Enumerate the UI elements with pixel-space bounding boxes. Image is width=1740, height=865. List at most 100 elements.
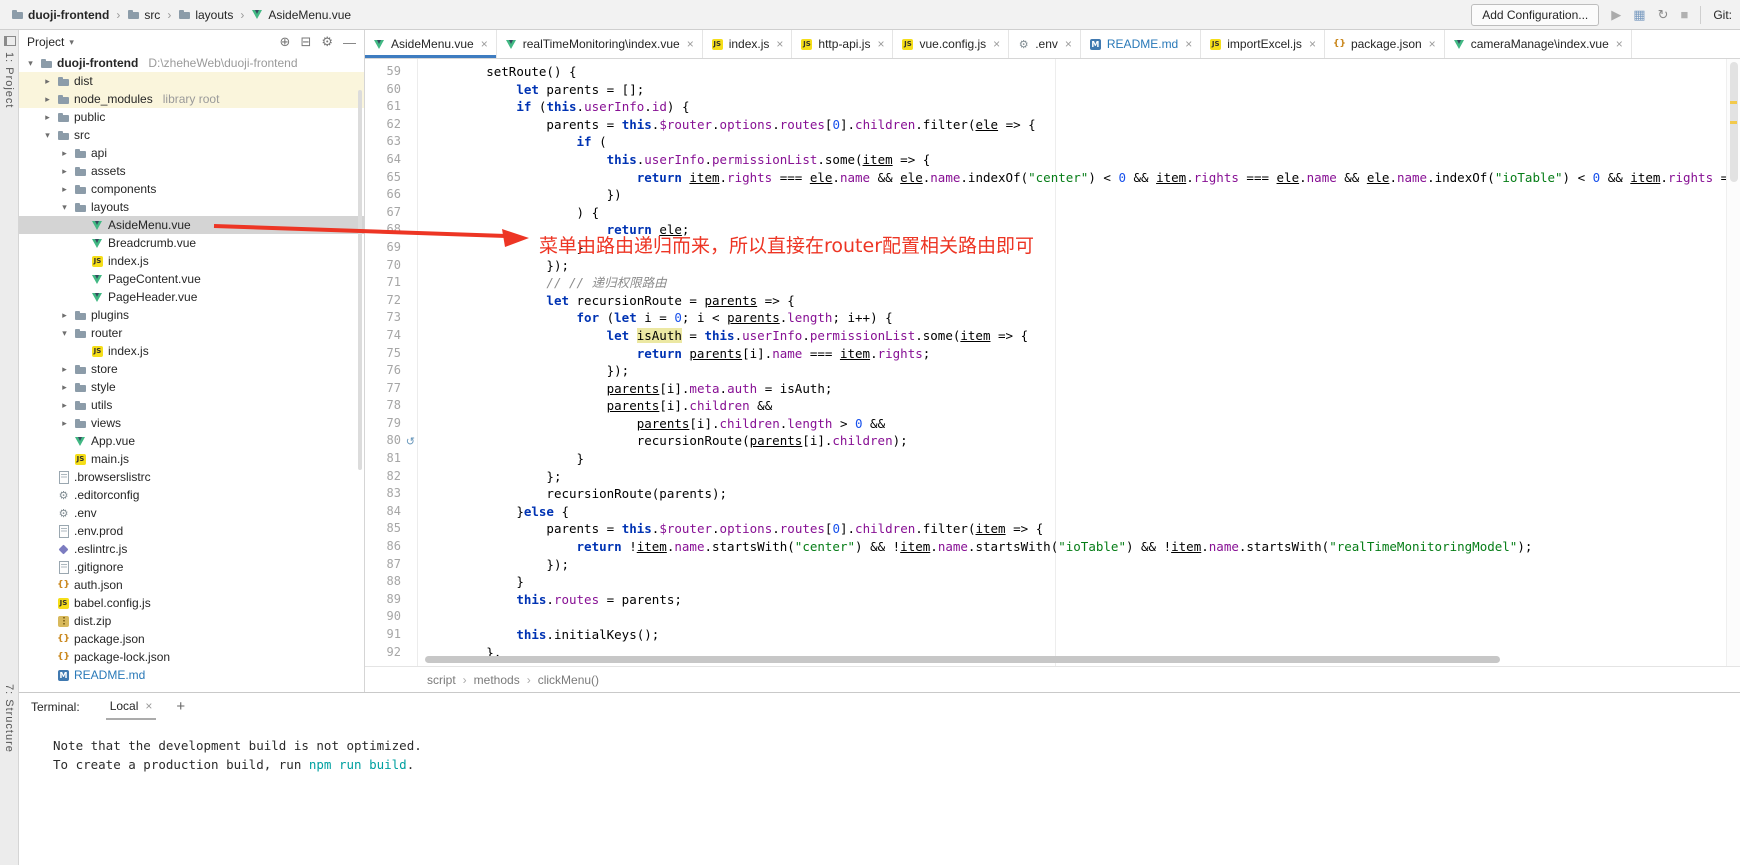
chevron-icon[interactable]: ▸ — [59, 364, 70, 375]
close-tab-icon[interactable]: × — [776, 37, 783, 51]
chevron-icon[interactable]: ▸ — [59, 418, 70, 429]
chevron-icon[interactable]: ▾ — [42, 130, 53, 141]
tree-row[interactable]: README.md — [19, 666, 364, 684]
chevron-icon[interactable]: ▸ — [59, 400, 70, 411]
tree-row[interactable]: dist.zip — [19, 612, 364, 630]
close-tab-icon[interactable]: × — [1185, 37, 1192, 51]
breadcrumb-item[interactable]: script — [427, 673, 456, 687]
chevron-icon[interactable]: ▾ — [59, 328, 70, 339]
terminal-tab-local[interactable]: Local × — [106, 693, 157, 720]
tree-row[interactable]: ▸views — [19, 414, 364, 432]
close-tab-icon[interactable]: × — [1429, 37, 1436, 51]
breadcrumb-item[interactable]: methods — [474, 673, 520, 687]
tree-row[interactable]: index.js — [19, 252, 364, 270]
chevron-down-icon[interactable]: ▾ — [69, 37, 74, 48]
chevron-icon[interactable]: ▸ — [59, 310, 70, 321]
editor-tab[interactable]: cameraManage\index.vue× — [1445, 30, 1632, 58]
structure-tool-button[interactable]: 7: Structure — [3, 684, 15, 753]
editor-tab[interactable]: http-api.js× — [792, 30, 893, 58]
project-panel-title[interactable]: Project — [27, 35, 64, 49]
tree-row[interactable]: PageContent.vue — [19, 270, 364, 288]
tree-scrollbar[interactable] — [358, 90, 362, 470]
new-terminal-icon[interactable]: + — [176, 698, 185, 715]
tree-row[interactable]: auth.json — [19, 576, 364, 594]
tree-row[interactable]: ▸dist — [19, 72, 364, 90]
tree-row[interactable]: AsideMenu.vue — [19, 216, 364, 234]
tree-row[interactable]: package-lock.json — [19, 648, 364, 666]
tree-row[interactable]: ▸public — [19, 108, 364, 126]
tree-row[interactable]: .gitignore — [19, 558, 364, 576]
breadcrumb-item[interactable]: AsideMenu.vue — [248, 7, 354, 23]
editor-gutter[interactable]: 5960616263646566676869707172737475767778… — [365, 59, 418, 666]
tree-row[interactable]: .eslintrc.js — [19, 540, 364, 558]
tree-row[interactable]: ▸components — [19, 180, 364, 198]
tree-row[interactable]: ▸store — [19, 360, 364, 378]
chevron-icon[interactable]: ▸ — [59, 184, 70, 195]
tree-row[interactable]: package.json — [19, 630, 364, 648]
editor-tab[interactable]: .env× — [1009, 30, 1081, 58]
tree-row[interactable]: ▾layouts — [19, 198, 364, 216]
collapse-all-icon[interactable]: ⊟ — [300, 34, 311, 50]
tree-row[interactable]: ▸utils — [19, 396, 364, 414]
tree-row[interactable]: PageHeader.vue — [19, 288, 364, 306]
git-label[interactable]: Git: — [1713, 8, 1732, 22]
close-tab-icon[interactable]: × — [687, 37, 694, 51]
locate-icon[interactable]: ⊕ — [280, 34, 291, 50]
tree-row[interactable]: babel.config.js — [19, 594, 364, 612]
chevron-icon[interactable]: ▸ — [42, 76, 53, 87]
editor-tab[interactable]: AsideMenu.vue× — [365, 30, 497, 58]
close-tab-icon[interactable]: × — [1616, 37, 1623, 51]
tree-row[interactable]: ▾src — [19, 126, 364, 144]
chevron-icon[interactable]: ▸ — [42, 112, 53, 123]
run-icon[interactable]: ▶ — [1611, 8, 1621, 21]
tree-row[interactable]: ▸assets — [19, 162, 364, 180]
tree-row[interactable]: .env — [19, 504, 364, 522]
error-stripe[interactable] — [1726, 59, 1740, 666]
chevron-icon[interactable]: ▾ — [59, 202, 70, 213]
code-pane[interactable]: setRoute() { let parents = []; if (this.… — [418, 59, 1740, 666]
close-tab-icon[interactable]: × — [877, 37, 884, 51]
project-tool-button[interactable]: 1: Project — [3, 52, 15, 108]
breadcrumb-item[interactable]: layouts — [175, 7, 236, 23]
close-tab-icon[interactable]: × — [1309, 37, 1316, 51]
sync-icon[interactable]: ↻ — [1658, 8, 1669, 21]
close-tab-icon[interactable]: × — [993, 37, 1000, 51]
tree-row[interactable]: App.vue — [19, 432, 364, 450]
breadcrumb-item[interactable]: duoji-frontend — [8, 7, 112, 23]
editor-tab[interactable]: package.json× — [1325, 30, 1445, 58]
editor-tab[interactable]: realTimeMonitoring\index.vue× — [497, 30, 703, 58]
editor-body[interactable]: 5960616263646566676869707172737475767778… — [365, 59, 1740, 666]
stop-icon[interactable]: ■ — [1680, 8, 1688, 21]
chevron-icon[interactable]: ▾ — [25, 58, 36, 69]
chevron-icon[interactable]: ▸ — [59, 382, 70, 393]
build-icon[interactable]: ▦ — [1633, 8, 1645, 21]
close-tab-icon[interactable]: × — [481, 37, 488, 51]
tree-row[interactable]: Breadcrumb.vue — [19, 234, 364, 252]
tree-row[interactable]: ▾duoji-frontendD:\zheheWeb\duoji-fronten… — [19, 54, 364, 72]
tree-row[interactable]: .browserslistrc — [19, 468, 364, 486]
close-tab-icon[interactable]: × — [1065, 37, 1072, 51]
terminal-output[interactable]: Note that the development build is not o… — [19, 720, 1740, 774]
editor-tab[interactable]: README.md× — [1081, 30, 1201, 58]
tree-row[interactable]: ▸plugins — [19, 306, 364, 324]
tree-row[interactable]: main.js — [19, 450, 364, 468]
tree-row[interactable]: ▸api — [19, 144, 364, 162]
close-icon[interactable]: × — [145, 699, 152, 713]
editor-tab[interactable]: index.js× — [703, 30, 793, 58]
settings-icon[interactable]: ⚙ — [321, 34, 333, 50]
hide-panel-icon[interactable]: — — [343, 35, 356, 50]
horizontal-scrollbar[interactable] — [425, 656, 1500, 663]
tree-row[interactable]: ▸node_moduleslibrary root — [19, 90, 364, 108]
tree-row[interactable]: .env.prod — [19, 522, 364, 540]
tree-row[interactable]: .editorconfig — [19, 486, 364, 504]
tree-row[interactable]: ▸style — [19, 378, 364, 396]
tree-row[interactable]: ▾router — [19, 324, 364, 342]
breadcrumb-item[interactable]: src — [124, 7, 163, 23]
add-configuration-button[interactable]: Add Configuration... — [1471, 4, 1599, 26]
editor-tab[interactable]: importExcel.js× — [1201, 30, 1325, 58]
chevron-icon[interactable]: ▸ — [42, 94, 53, 105]
editor-tab[interactable]: vue.config.js× — [893, 30, 1009, 58]
breadcrumb-item[interactable]: clickMenu() — [538, 673, 599, 687]
chevron-icon[interactable]: ▸ — [59, 148, 70, 159]
chevron-icon[interactable]: ▸ — [59, 166, 70, 177]
